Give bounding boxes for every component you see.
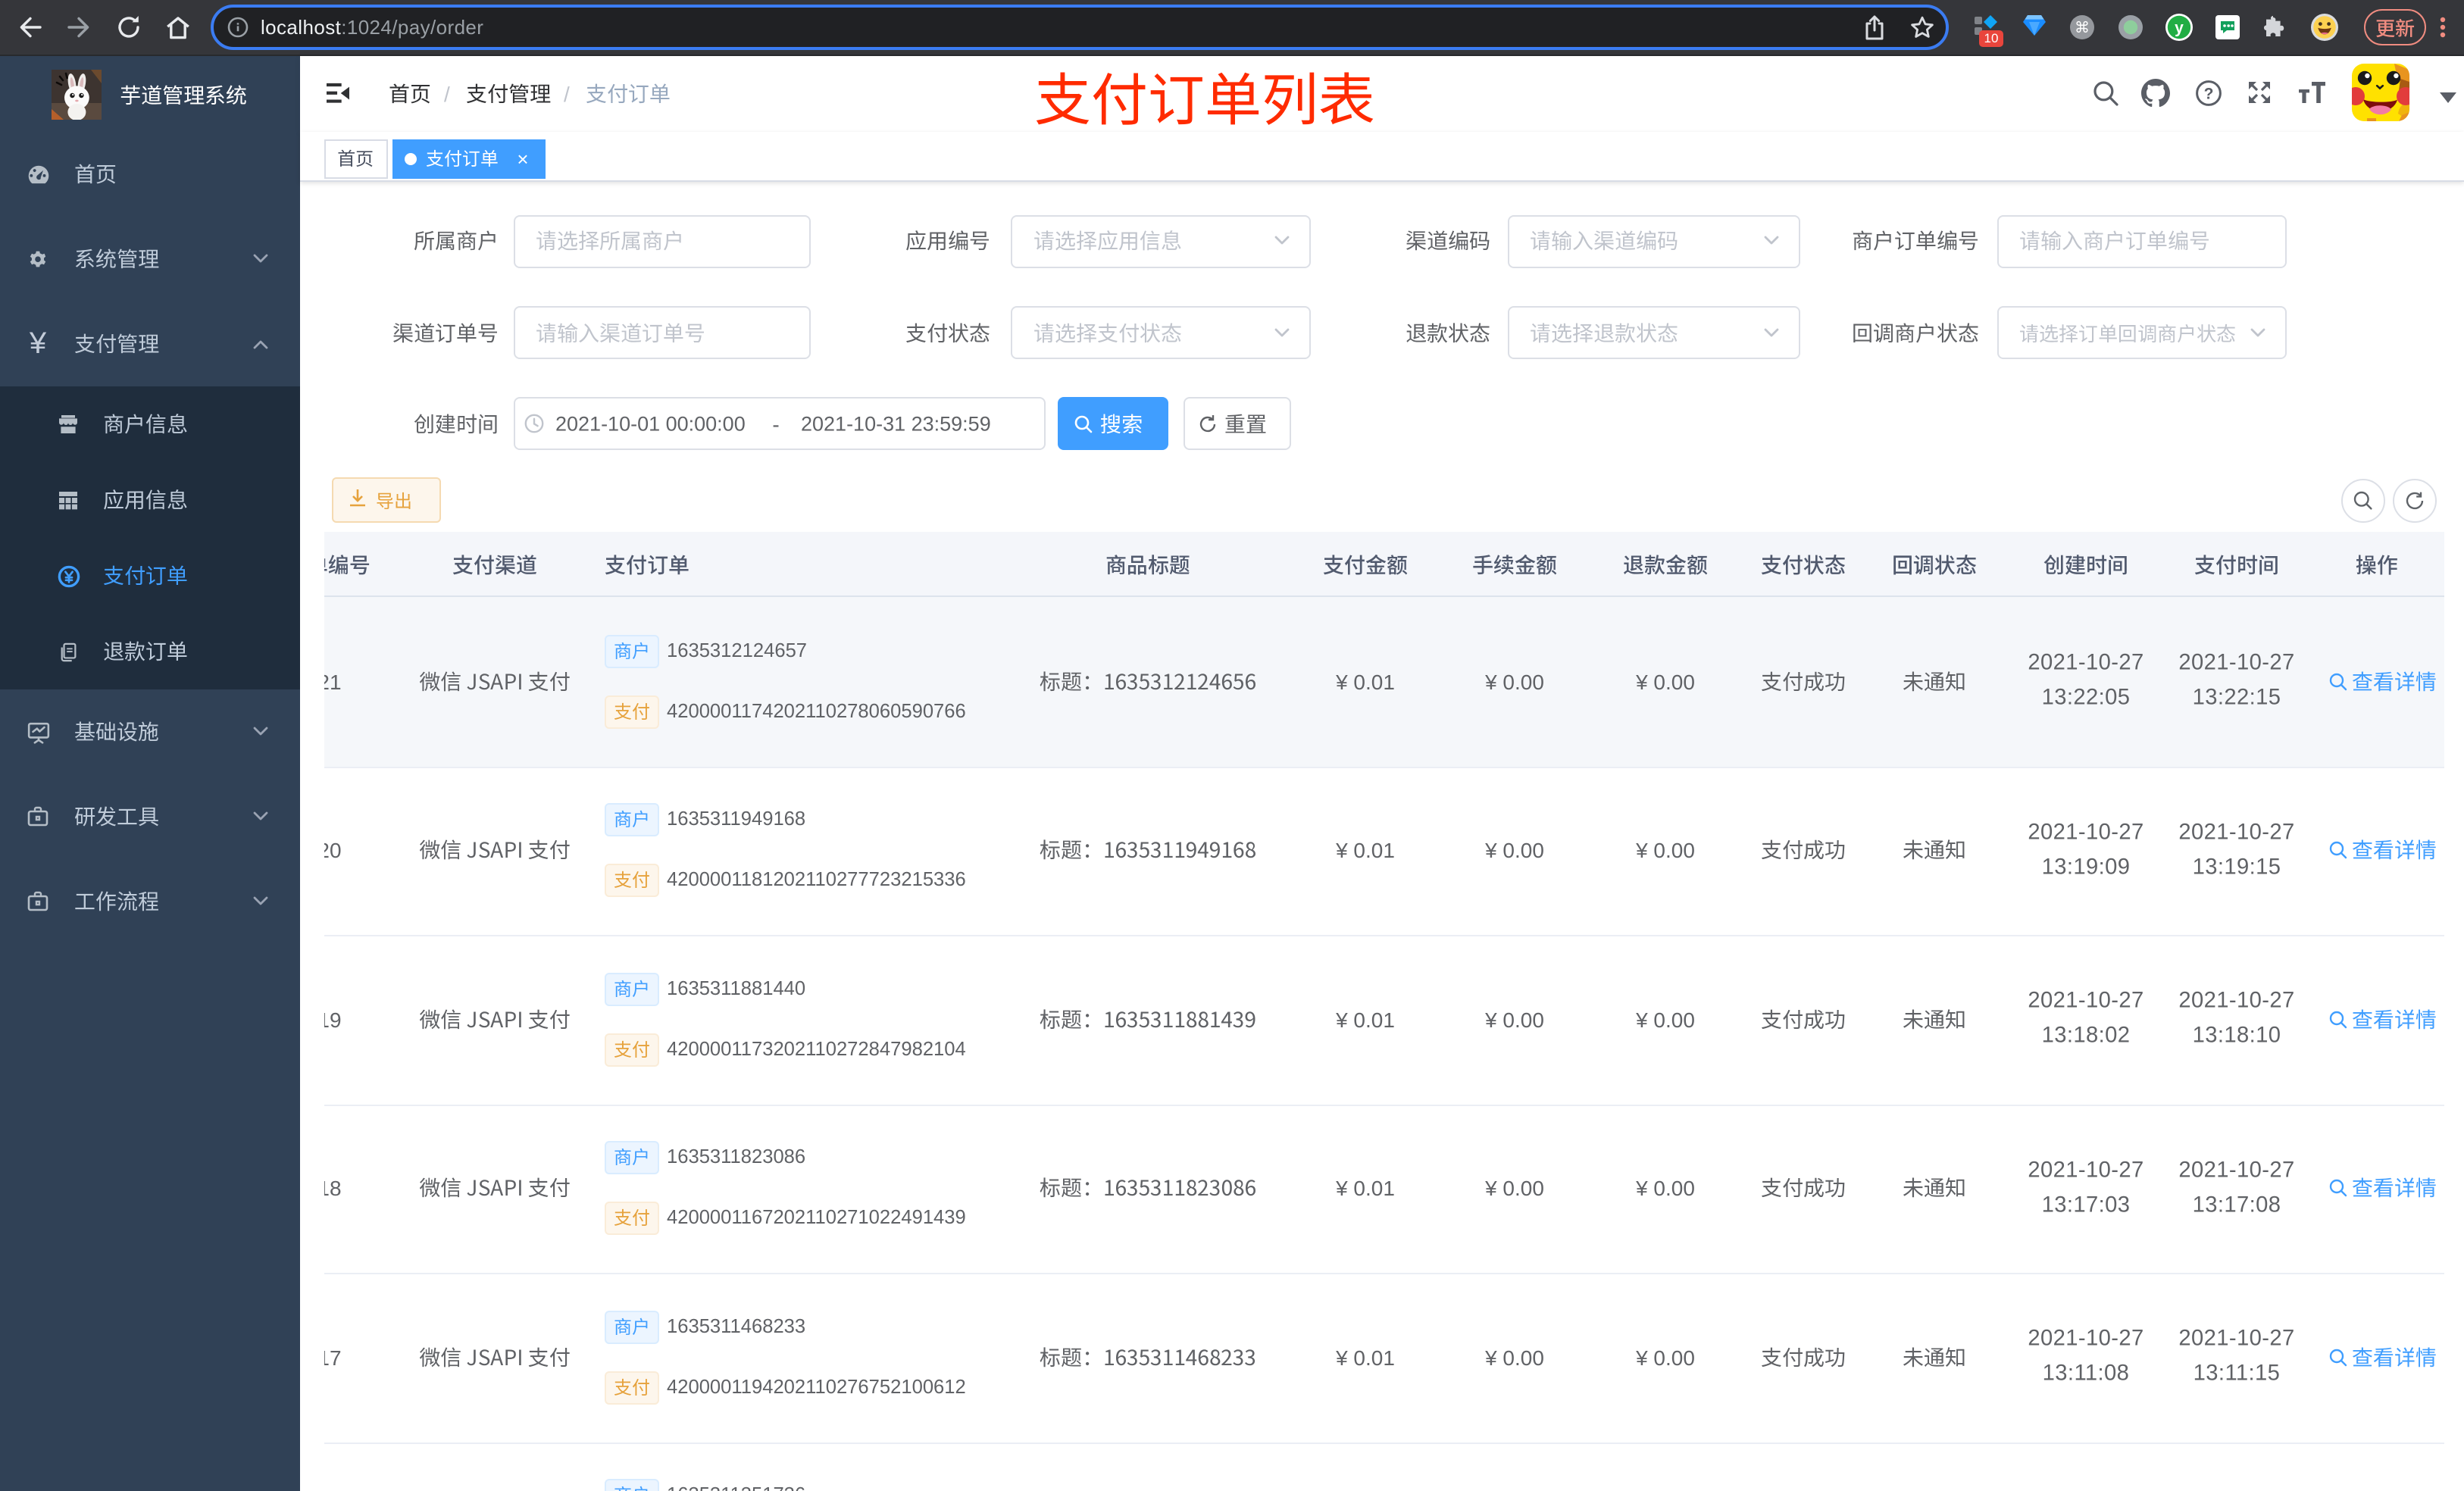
svg-text:⌘: ⌘ — [2075, 20, 2090, 36]
svg-text:?: ? — [2203, 84, 2213, 102]
svg-text:y: y — [2175, 20, 2184, 37]
